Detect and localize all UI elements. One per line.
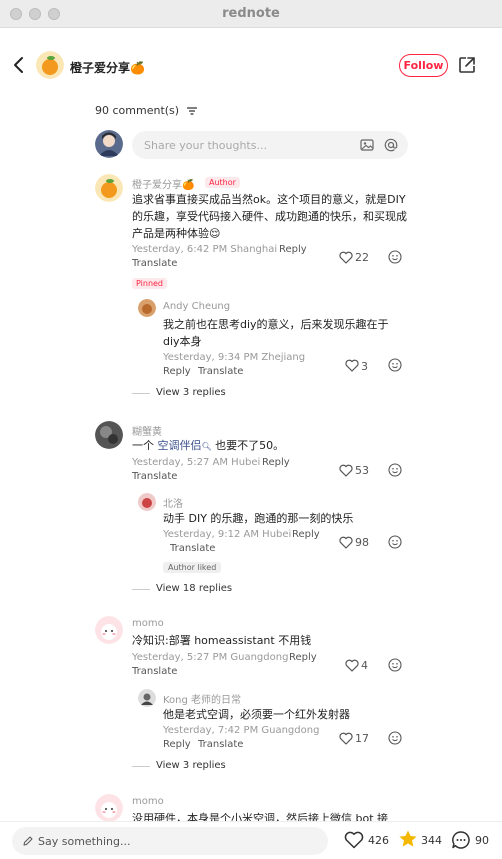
emoji-reaction-icon[interactable]	[388, 358, 402, 372]
reply-text: 动手 DIY 的乐趣，跑通的那一刻的快乐	[163, 512, 354, 525]
reply-username[interactable]: Andy Cheung	[163, 301, 230, 312]
view-replies-button[interactable]: View 3 replies	[156, 760, 226, 771]
emoji-reaction-icon[interactable]	[388, 535, 402, 549]
reply-avatar[interactable]	[138, 689, 156, 707]
comment-bubble-icon[interactable]	[451, 830, 471, 850]
share-thoughts-placeholder: Share your thoughts...	[144, 139, 267, 152]
mention-icon[interactable]	[384, 138, 398, 152]
reply-button[interactable]: Reply	[163, 366, 191, 377]
comment-count: 90 comment(s)	[95, 104, 180, 117]
reply-meta: Yesterday, 7:42 PM Guangdong	[163, 725, 320, 736]
replies-divider	[132, 393, 150, 394]
topic-link[interactable]: 空调伴侣	[158, 439, 202, 452]
window-titlebar: rednote	[0, 0, 502, 28]
like-heart-icon[interactable]	[339, 536, 353, 549]
reply-button[interactable]: Reply	[292, 529, 320, 540]
author-badge: Author	[205, 177, 240, 188]
comment-avatar[interactable]	[95, 174, 123, 202]
like-heart-icon[interactable]	[345, 359, 359, 372]
comment-avatar[interactable]	[95, 616, 123, 644]
reply-button[interactable]: Reply	[289, 652, 317, 663]
like-count: 17	[355, 732, 369, 745]
say-something-input[interactable]: Say something...	[12, 827, 328, 855]
comment-text-part: 一个	[132, 439, 158, 452]
bottom-action-bar: Say something... 426 344 90	[0, 821, 502, 859]
share-icon[interactable]	[458, 56, 476, 74]
comment-username[interactable]: momo	[132, 796, 164, 807]
say-something-placeholder: Say something...	[38, 835, 131, 848]
comment-text: 一个 空调伴侣🔍︎ 也要不了50。	[132, 437, 284, 455]
author-avatar[interactable]	[36, 51, 64, 79]
like-count: 53	[355, 464, 369, 477]
reply-avatar[interactable]	[138, 493, 156, 511]
comment-text: 冷知识:部署 homeassistant 不用钱	[132, 634, 312, 647]
translate-button[interactable]: Translate	[198, 366, 243, 377]
translate-button[interactable]: Translate	[132, 258, 177, 269]
post-star-count: 344	[421, 834, 442, 847]
translate-button[interactable]: Translate	[170, 543, 215, 554]
emoji-reaction-icon[interactable]	[388, 463, 402, 477]
post-header: 橙子爱分享🍊 Follow	[0, 28, 502, 102]
reply-username[interactable]: 北洛	[163, 495, 183, 510]
replies-divider	[132, 589, 150, 590]
view-replies-button[interactable]: View 18 replies	[156, 583, 232, 594]
reply-text: 我之前也在思考diy的意义，后来发现乐趣在于diy本身	[163, 318, 389, 348]
comment-meta: Yesterday, 5:27 AM Hubei	[132, 457, 261, 468]
reply-meta: Yesterday, 9:12 AM Hubei	[163, 529, 292, 540]
reply-username[interactable]: Kong 老师的日常	[163, 691, 241, 706]
share-thoughts-input[interactable]: Share your thoughts...	[132, 131, 408, 159]
like-heart-icon[interactable]	[339, 251, 353, 264]
comment-username[interactable]: 橙子爱分享🍊	[132, 176, 194, 191]
translate-button[interactable]: Translate	[198, 739, 243, 750]
author-name[interactable]: 橙子爱分享🍊	[70, 59, 145, 76]
like-count: 22	[355, 251, 369, 264]
comment-text-part: 也要不了50。	[211, 439, 285, 452]
sort-icon[interactable]	[186, 107, 197, 115]
translate-button[interactable]: Translate	[132, 471, 177, 482]
comment-meta: Yesterday, 6:42 PM Shanghai	[132, 244, 278, 255]
pinned-badge: Pinned	[132, 278, 168, 289]
like-count: 4	[361, 659, 368, 672]
post-comment-count: 90	[475, 834, 489, 847]
replies-divider	[132, 766, 150, 767]
reply-button[interactable]: Reply	[262, 457, 290, 468]
search-link-icon: 🔍︎	[201, 442, 212, 451]
reply-button[interactable]: Reply	[279, 244, 307, 255]
comment-avatar[interactable]	[95, 421, 123, 449]
image-icon[interactable]	[360, 138, 374, 152]
reply-button[interactable]: Reply	[163, 739, 191, 750]
reply-meta: Yesterday, 9:34 PM Zhejiang	[163, 352, 306, 363]
comment-meta: Yesterday, 5:27 PM Guangdong	[132, 652, 289, 663]
comment-username[interactable]: momo	[132, 618, 164, 629]
emoji-reaction-icon[interactable]	[388, 250, 402, 264]
like-heart-icon[interactable]	[339, 464, 353, 477]
star-icon[interactable]	[398, 829, 418, 849]
post-like-count: 426	[368, 834, 389, 847]
my-avatar	[95, 130, 123, 158]
comment-count-row[interactable]: 90 comment(s)	[95, 104, 197, 117]
emoji-reaction-icon[interactable]	[388, 731, 402, 745]
like-count: 98	[355, 536, 369, 549]
comment-text: 追求省事直接买成品当然ok。这个项目的意义，就是DIY的乐趣，享受代码接入硬件、…	[132, 193, 407, 240]
author-liked-badge: Author liked	[163, 562, 222, 573]
view-replies-button[interactable]: View 3 replies	[156, 387, 226, 398]
comment-avatar[interactable]	[95, 794, 123, 822]
like-count: 3	[361, 360, 368, 373]
emoji-reaction-icon[interactable]	[388, 658, 402, 672]
like-heart-icon[interactable]	[339, 732, 353, 745]
comment-username[interactable]: 糊蟹黄	[132, 423, 162, 438]
pencil-icon	[23, 836, 33, 846]
translate-button[interactable]: Translate	[132, 666, 177, 677]
like-heart-icon[interactable]	[345, 659, 359, 672]
reply-avatar[interactable]	[138, 299, 156, 317]
reply-text: 他是老式空调，必须要一个红外发射器	[163, 708, 350, 721]
window-title: rednote	[222, 6, 280, 21]
follow-button[interactable]: Follow	[399, 54, 448, 77]
like-heart-icon[interactable]	[344, 831, 364, 849]
back-arrow-icon[interactable]	[10, 55, 28, 75]
